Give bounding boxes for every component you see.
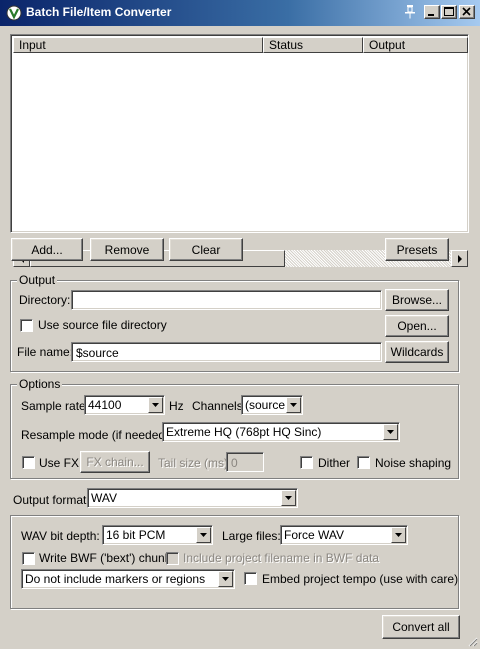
sample-rate-dropdown-button[interactable] <box>148 397 163 413</box>
filename-input[interactable]: $source <box>71 342 382 362</box>
embed-tempo-checkbox[interactable] <box>244 572 257 585</box>
minimize-icon <box>428 14 434 16</box>
channels-label: Channels: <box>192 399 247 413</box>
sample-rate-combo[interactable]: 44100 <box>84 395 165 415</box>
resample-mode-combo[interactable]: Extreme HQ (768pt HQ Sinc) <box>162 422 400 442</box>
chevron-down-icon <box>387 430 394 434</box>
use-fx-checkbox[interactable] <box>22 456 35 469</box>
markers-value: Do not include markers or regions <box>25 572 206 586</box>
wav-bit-depth-combo[interactable]: 16 bit PCM <box>102 525 213 545</box>
output-group-title: Output <box>17 273 58 287</box>
wildcards-button[interactable]: Wildcards <box>385 341 449 363</box>
column-header-output[interactable]: Output <box>363 37 468 53</box>
minimize-button[interactable] <box>424 5 440 19</box>
chevron-down-icon <box>222 577 229 581</box>
include-project-filename-checkbox[interactable] <box>166 552 179 565</box>
chevron-down-icon <box>395 533 402 537</box>
use-fx-label: Use FX <box>39 456 80 470</box>
directory-label: Directory: <box>19 293 71 307</box>
include-project-filename-label: Include project filename in BWF data <box>183 551 380 565</box>
wav-bit-depth-label: WAV bit depth: <box>21 529 100 543</box>
open-button[interactable]: Open... <box>385 315 449 337</box>
write-bwf-label: Write BWF ('bext') chunk <box>39 551 171 565</box>
resample-mode-value: Extreme HQ (768pt HQ Sinc) <box>166 425 322 439</box>
chevron-down-icon <box>285 496 292 500</box>
arrow-right-icon <box>457 254 462 263</box>
app-logo-icon <box>6 5 22 21</box>
list-header: Input Status Output <box>13 37 468 53</box>
sample-rate-value: 44100 <box>88 398 122 412</box>
dither-label: Dither <box>318 456 351 470</box>
file-list[interactable]: Input Status Output <box>10 34 469 267</box>
tail-size-input[interactable]: 0 <box>226 452 264 472</box>
convert-all-button[interactable]: Convert all <box>382 615 460 639</box>
clear-button[interactable]: Clear <box>169 238 243 261</box>
channels-combo[interactable]: (source) <box>241 395 303 415</box>
output-format-label: Output format: <box>13 493 90 507</box>
chevron-down-icon <box>200 533 207 537</box>
window-title: Batch File/Item Converter <box>26 5 172 19</box>
hz-label: Hz <box>169 399 184 413</box>
wav-bit-depth-value: 16 bit PCM <box>106 528 166 542</box>
sample-rate-label: Sample rate: <box>21 399 90 413</box>
column-header-status[interactable]: Status <box>263 37 363 53</box>
remove-button[interactable]: Remove <box>90 238 164 261</box>
markers-combo[interactable]: Do not include markers or regions <box>21 569 235 589</box>
presets-button[interactable]: Presets <box>385 238 449 261</box>
close-button[interactable] <box>459 5 475 19</box>
dither-checkbox[interactable] <box>300 456 313 469</box>
close-icon <box>462 7 471 16</box>
tail-size-label: Tail size (ms): <box>158 456 232 470</box>
output-format-dropdown-button[interactable] <box>281 490 296 506</box>
channels-dropdown-button[interactable] <box>286 397 301 413</box>
markers-dropdown-button[interactable] <box>218 571 233 587</box>
column-header-input[interactable]: Input <box>13 37 263 53</box>
options-group-title: Options <box>17 377 63 391</box>
scroll-right-button[interactable] <box>451 250 468 267</box>
output-format-value: WAV <box>91 491 117 505</box>
output-format-combo[interactable]: WAV <box>87 488 298 508</box>
use-source-directory-label: Use source file directory <box>38 318 167 332</box>
maximize-icon <box>444 7 454 16</box>
channels-value: (source) <box>245 398 285 412</box>
maximize-button[interactable] <box>441 5 457 19</box>
use-source-directory-checkbox[interactable] <box>20 319 33 332</box>
large-files-combo[interactable]: Force WAV <box>280 525 408 545</box>
chevron-down-icon <box>152 403 159 407</box>
browse-button[interactable]: Browse... <box>385 289 449 311</box>
resize-grip-icon[interactable] <box>466 635 478 647</box>
noise-shaping-label: Noise shaping <box>375 456 452 470</box>
large-files-value: Force WAV <box>284 528 345 542</box>
embed-tempo-label: Embed project tempo (use with care) <box>262 572 459 586</box>
resample-mode-label: Resample mode (if needed): <box>21 428 173 442</box>
pin-icon[interactable] <box>403 4 417 20</box>
large-files-label: Large files: <box>222 529 281 543</box>
large-files-dropdown-button[interactable] <box>391 527 406 543</box>
fx-chain-button[interactable]: FX chain... <box>80 451 150 473</box>
chevron-down-icon <box>290 403 297 407</box>
write-bwf-checkbox[interactable] <box>22 552 35 565</box>
directory-input[interactable] <box>71 290 382 310</box>
resample-mode-dropdown-button[interactable] <box>383 424 398 440</box>
add-button[interactable]: Add... <box>11 238 83 261</box>
filename-label: File name: <box>17 345 74 359</box>
noise-shaping-checkbox[interactable] <box>357 456 370 469</box>
wav-bit-depth-dropdown-button[interactable] <box>196 527 211 543</box>
